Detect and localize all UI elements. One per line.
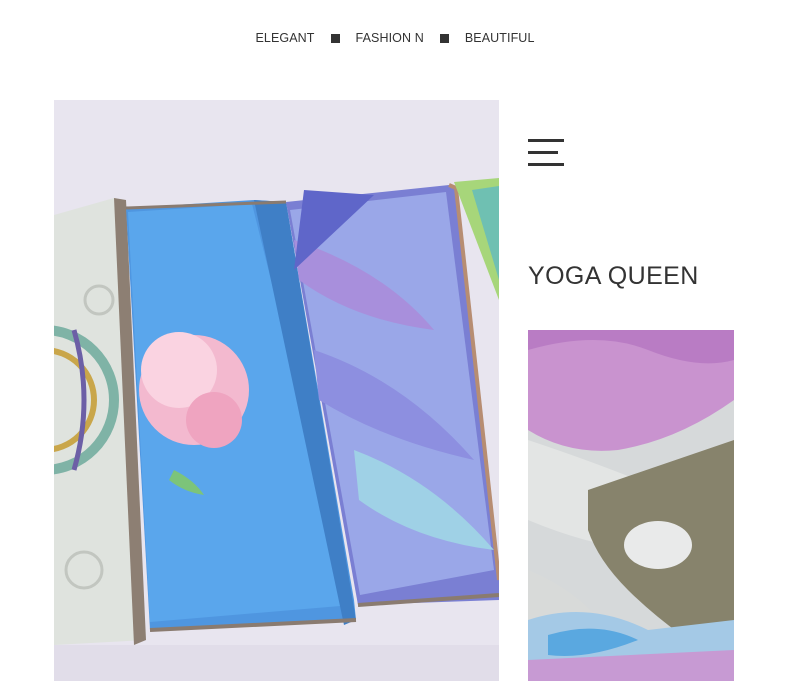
tagline-word-elegant: ELEGANT — [255, 31, 315, 45]
square-bullet-icon — [439, 33, 449, 43]
page-title: YOGA QUEEN — [528, 262, 699, 290]
tagline-word-fashion: FASHION N — [355, 31, 424, 45]
hamburger-menu-icon[interactable] — [528, 139, 564, 167]
yoga-mat-closeup-photo — [528, 330, 734, 681]
folded-yoga-mats-photo — [54, 100, 499, 681]
tagline-word-beautiful: BEAUTIFUL — [464, 31, 535, 45]
tagline: ELEGANT FASHION N BEAUTIFUL — [0, 31, 790, 45]
square-bullet-icon — [330, 33, 340, 43]
